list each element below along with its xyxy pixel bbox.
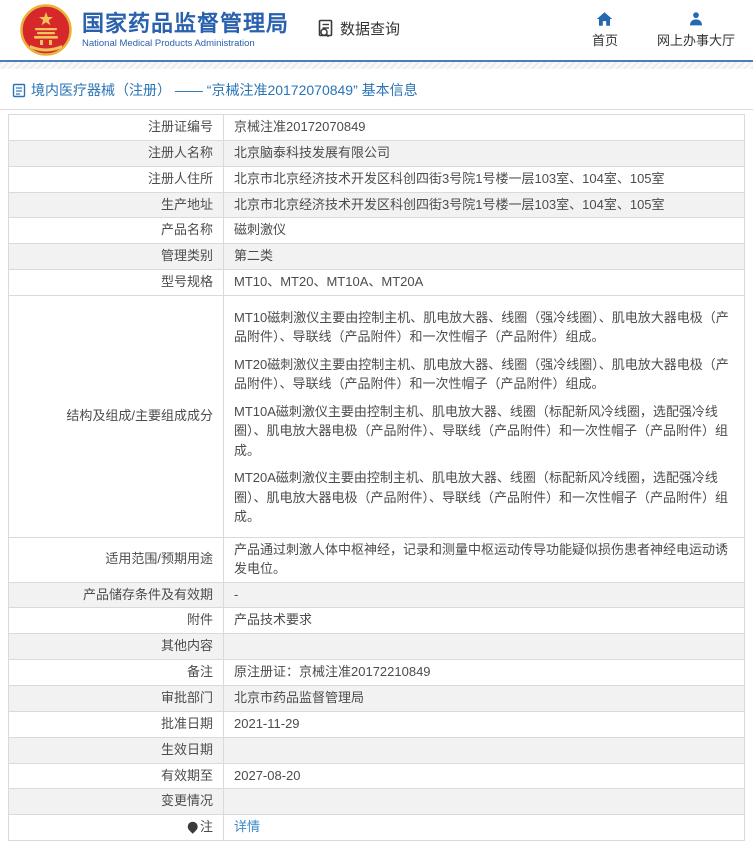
row-label: 管理类别 [9,244,224,270]
table-row: 结构及组成/主要组成成分 MT10磁刺激仪主要由控制主机、肌电放大器、线圈（强冷… [9,295,745,537]
info-table-body: 注册证编号 京械注准20172070849 注册人名称 北京脑泰科技发展有限公司… [9,115,745,841]
row-label: 结构及组成/主要组成成分 [9,295,224,537]
table-row: 管理类别 第二类 [9,244,745,270]
row-label: 产品名称 [9,218,224,244]
table-row: 变更情况 [9,789,745,815]
breadcrumb: 境内医疗器械（注册） —— “京械注准20172070849” 基本信息 [0,69,753,110]
composition-paragraph: MT20磁刺激仪主要由控制主机、肌电放大器、线圈（强冷线圈）、肌电放大器电极（产… [234,355,734,394]
row-label: 备注 [9,660,224,686]
row-label: 型号规格 [9,270,224,296]
table-row: 型号规格 MT10、MT20、MT10A、MT20A [9,270,745,296]
row-label: 注册人名称 [9,140,224,166]
table-row: 生效日期 [9,737,745,763]
row-label: 其他内容 [9,634,224,660]
agency-name-block: 国家药品监督管理局 National Medical Products Admi… [82,11,289,49]
table-row: 适用范围/预期用途 产品通过刺激人体中枢神经，记录和测量中枢运动传导功能疑似损伤… [9,537,745,582]
nav-item-home[interactable]: 首页 [587,11,623,49]
nav-home-label: 首页 [592,30,618,49]
composition-paragraph: MT10磁刺激仪主要由控制主机、肌电放大器、线圈（强冷线圈）、肌电放大器电极（产… [234,308,734,347]
row-value: 产品技术要求 [224,608,745,634]
table-row: 产品储存条件及有效期 - [9,582,745,608]
nav-online-hall-label: 网上办事大厅 [657,30,735,49]
row-value: - [224,582,745,608]
home-icon [596,11,613,27]
row-label: 适用范围/预期用途 [9,537,224,582]
table-row: 审批部门 北京市药品监督管理局 [9,685,745,711]
row-value: 第二类 [224,244,745,270]
row-value: 详情 [224,815,745,841]
table-row: 生产地址 北京市北京经济技术开发区科创四街3号院1号楼一层103室、104室、1… [9,192,745,218]
data-query-label: 数据查询 [340,18,400,39]
row-value: 北京脑泰科技发展有限公司 [224,140,745,166]
nav-item-online-hall[interactable]: 网上办事大厅 [657,11,735,49]
row-label: 注册人住所 [9,166,224,192]
row-value: 北京市药品监督管理局 [224,685,745,711]
header-nav: 首页 网上办事大厅 [587,11,735,49]
row-label: 附件 [9,608,224,634]
row-label: 有效期至 [9,763,224,789]
row-value: 京械注准20172070849 [224,115,745,141]
table-row: 注 详情 [9,815,745,841]
person-icon [688,11,704,27]
header-divider-hatch [0,62,753,69]
table-row: 备注 原注册证：京械注准20172210849 [9,660,745,686]
row-value: MT10磁刺激仪主要由控制主机、肌电放大器、线圈（强冷线圈）、肌电放大器电极（产… [224,295,745,537]
row-value: 北京市北京经济技术开发区科创四街3号院1号楼一层103室、104室、105室 [224,192,745,218]
table-row: 批准日期 2021-11-29 [9,711,745,737]
table-row: 注册人名称 北京脑泰科技发展有限公司 [9,140,745,166]
table-row: 产品名称 磁刺激仪 [9,218,745,244]
national-emblem-icon [20,4,72,56]
table-row: 注册证编号 京械注准20172070849 [9,115,745,141]
registration-info-table: 注册证编号 京械注准20172070849 注册人名称 北京脑泰科技发展有限公司… [8,114,745,841]
row-value: 磁刺激仪 [224,218,745,244]
agency-logo-link[interactable]: 国家药品监督管理局 National Medical Products Admi… [20,4,289,56]
row-value: 2027-08-20 [224,763,745,789]
data-query-icon [317,19,336,38]
row-label: 产品储存条件及有效期 [9,582,224,608]
document-icon [12,83,26,98]
detail-link[interactable]: 详情 [234,819,260,834]
note-balloon-icon [186,820,200,834]
table-row: 有效期至 2027-08-20 [9,763,745,789]
row-label: 批准日期 [9,711,224,737]
table-row: 其他内容 [9,634,745,660]
row-value: MT10、MT20、MT10A、MT20A [224,270,745,296]
row-label: 生效日期 [9,737,224,763]
row-value: 北京市北京经济技术开发区科创四街3号院1号楼一层103室、104室、105室 [224,166,745,192]
menu-data-query[interactable]: 数据查询 [317,18,400,39]
registration-info-table-wrap: 注册证编号 京械注准20172070849 注册人名称 北京脑泰科技发展有限公司… [0,110,753,841]
breadcrumb-text: 境内医疗器械（注册） —— “京械注准20172070849” 基本信息 [31,80,418,100]
row-value: 产品通过刺激人体中枢神经，记录和测量中枢运动传导功能疑似损伤患者神经电运动诱发电… [224,537,745,582]
row-value [224,737,745,763]
row-value: 原注册证：京械注准20172210849 [224,660,745,686]
row-label: 生产地址 [9,192,224,218]
agency-name-zh: 国家药品监督管理局 [82,11,289,36]
composition-paragraph: MT10A磁刺激仪主要由控制主机、肌电放大器、线圈（标配新风冷线圈，选配强冷线圈… [234,402,734,461]
row-label: 变更情况 [9,789,224,815]
composition-paragraph: MT20A磁刺激仪主要由控制主机、肌电放大器、线圈（标配新风冷线圈，选配强冷线圈… [234,468,734,527]
site-header: 国家药品监督管理局 National Medical Products Admi… [0,0,753,60]
row-value [224,634,745,660]
table-row: 注册人住所 北京市北京经济技术开发区科创四街3号院1号楼一层103室、104室、… [9,166,745,192]
row-label: 注 [9,815,224,841]
row-value: 2021-11-29 [224,711,745,737]
table-row: 附件 产品技术要求 [9,608,745,634]
row-label: 审批部门 [9,685,224,711]
agency-name-en: National Medical Products Administration [82,38,289,49]
row-value [224,789,745,815]
row-label: 注册证编号 [9,115,224,141]
